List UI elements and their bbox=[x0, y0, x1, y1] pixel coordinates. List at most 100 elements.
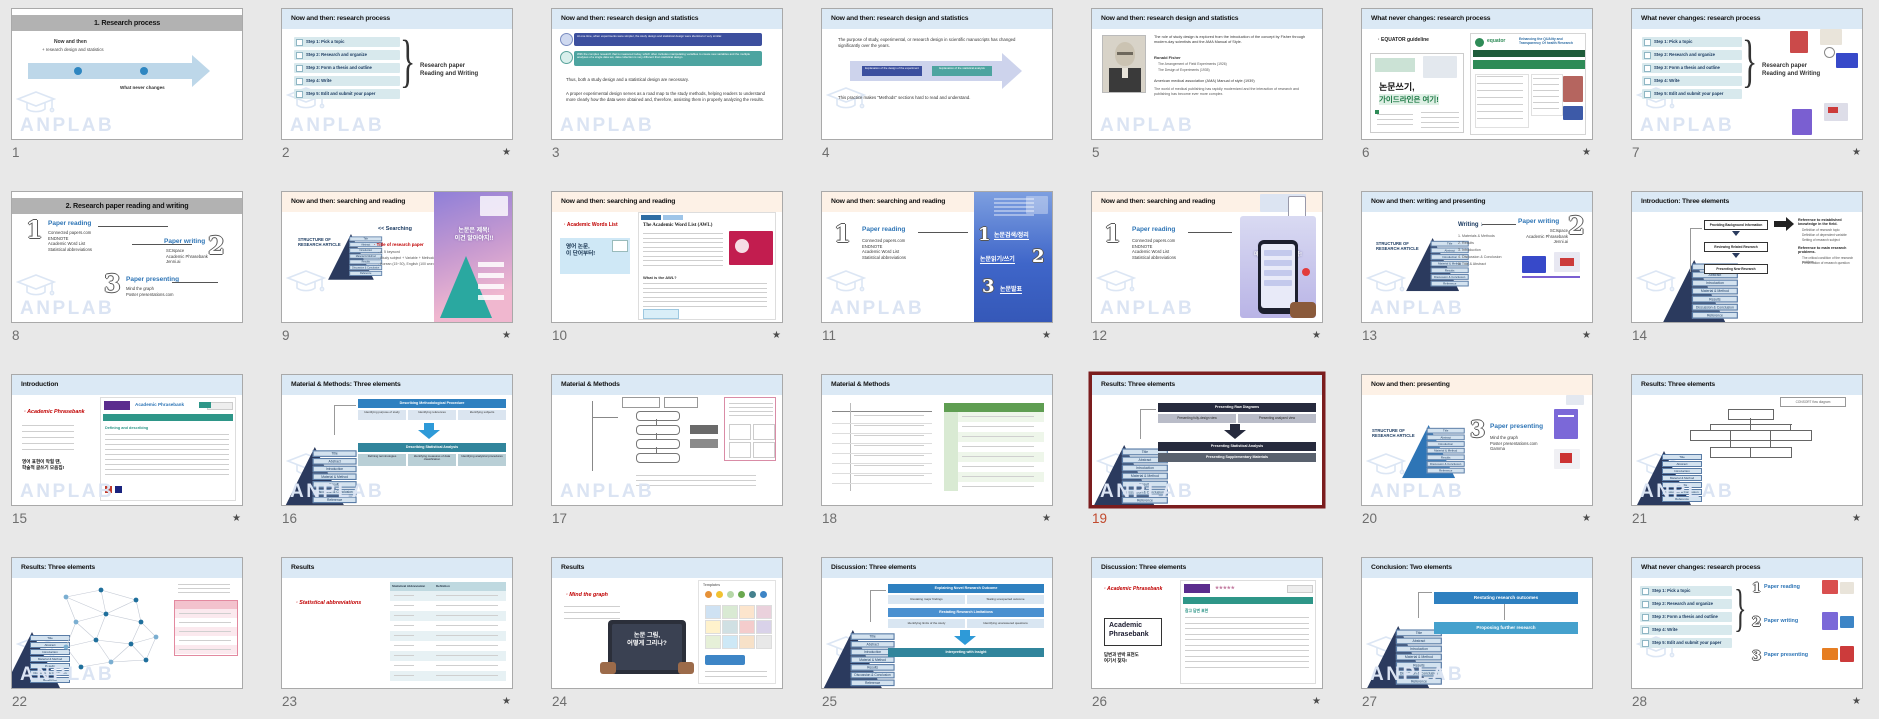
slide-thumbnail-25[interactable]: Discussion: Three elementsTitleAbstractI… bbox=[821, 557, 1053, 689]
slide-thumbnail-17[interactable]: Material & MethodsANPLAB bbox=[551, 374, 783, 506]
method-cell: Identifying references bbox=[408, 410, 456, 420]
transition-star-icon: ★ bbox=[1582, 513, 1591, 524]
step-label: Step 5: Edit and submit your paper bbox=[1652, 638, 1721, 648]
slide-thumbnail-24[interactable]: Results· Mind the graph논문 그림, 어떻게 그리나?Te… bbox=[551, 557, 783, 689]
slide-number-row: 4 bbox=[821, 143, 1053, 161]
korean-tablet-headline: 논문 그림, 어떻게 그리나? bbox=[616, 632, 678, 649]
slide-thumbnail-9[interactable]: Now and then: searching and readingTitle… bbox=[281, 191, 513, 323]
image-thumbnail bbox=[1792, 109, 1812, 135]
slide-thumbnail-4[interactable]: Now and then: research design and statis… bbox=[821, 8, 1053, 140]
text-line-placeholder bbox=[394, 615, 414, 616]
stats-row bbox=[390, 591, 506, 601]
slide-thumbnail-12[interactable]: Now and then: searching and reading1Pape… bbox=[1091, 191, 1323, 323]
structure-row: Introduction bbox=[313, 466, 357, 472]
slide-thumbnail-15[interactable]: Introduction· Academic Phrasebank영어 표현이 … bbox=[11, 374, 243, 506]
stats-row bbox=[390, 631, 506, 641]
mini-line bbox=[994, 214, 1034, 216]
slide-thumbnail-27[interactable]: Conclusion: Two elementsTitleAbstractInt… bbox=[1361, 557, 1593, 689]
writing-order-item: 4. Discussion & Conclusion bbox=[1458, 255, 1502, 259]
slide-number: 25 bbox=[822, 694, 837, 709]
reference-heading: Reference to main research problems. bbox=[1798, 246, 1860, 254]
text-line-placeholder bbox=[1533, 108, 1559, 109]
anplab-watermark: ANPLAB bbox=[20, 115, 114, 137]
slide-number: 1 bbox=[12, 145, 20, 160]
outline-number-graphic: 1 bbox=[834, 222, 851, 246]
text-line-placeholder bbox=[854, 435, 924, 436]
structure-row: Reference bbox=[1427, 468, 1465, 473]
slide-thumbnail-2[interactable]: Now and then: research processStep 1: Pi… bbox=[281, 8, 513, 140]
slide-title: Material & Methods bbox=[552, 375, 782, 395]
fisher-name: Ronald Fisher bbox=[1154, 55, 1181, 60]
outline-number-graphic: 3 bbox=[982, 278, 995, 296]
anplab-watermark: ANPLAB bbox=[1100, 298, 1194, 320]
slide-number: 4 bbox=[822, 145, 830, 160]
image-thumbnail bbox=[1522, 256, 1546, 273]
text-line-placeholder bbox=[1377, 119, 1413, 120]
image-detail bbox=[1828, 107, 1838, 113]
text-line-placeholder bbox=[643, 260, 723, 261]
slide-thumbnail-5[interactable]: Now and then: research design and statis… bbox=[1091, 8, 1323, 140]
image-thumbnail bbox=[1840, 616, 1854, 628]
slide-body: TitleAbstractIntroductionMaterial & Meth… bbox=[1632, 212, 1862, 322]
slide-number-row: 20★ bbox=[1361, 509, 1593, 527]
paper-writing-heading: Paper writing bbox=[1518, 218, 1559, 225]
slide-thumbnail-11[interactable]: Now and then: searching and reading1Pape… bbox=[821, 191, 1053, 323]
anplab-watermark: ANPLAB bbox=[1100, 481, 1194, 503]
image-thumbnail bbox=[1790, 31, 1808, 53]
slide-thumbnail-6[interactable]: What never changes: research process· EQ… bbox=[1361, 8, 1593, 140]
text-line-placeholder bbox=[854, 425, 924, 426]
text-line-placeholder bbox=[564, 612, 620, 613]
structure-row: Reference bbox=[349, 271, 382, 276]
text-line-placeholder bbox=[962, 476, 1034, 477]
awl-subheading: What is the AWL? bbox=[643, 275, 677, 280]
slide-cell: 2. Research paper reading and writing1Pa… bbox=[11, 191, 245, 351]
red-dot bbox=[1302, 268, 1310, 276]
slide-number-row: 22 bbox=[11, 692, 243, 710]
text-line-placeholder bbox=[1421, 122, 1459, 123]
statistics-box: Explanation of the statistical analysis bbox=[932, 66, 992, 76]
step-icon bbox=[1642, 640, 1649, 647]
slide-thumbnail-23[interactable]: Results· Statistical abbreviationsStatis… bbox=[281, 557, 513, 689]
slide-cell: Material & Methods: Three elementsTitleA… bbox=[281, 374, 515, 534]
table-rule bbox=[832, 483, 932, 484]
image-thumbnail bbox=[1840, 582, 1854, 594]
step-row: Step 4: Write bbox=[1640, 625, 1732, 635]
color-dot bbox=[760, 591, 767, 598]
transition-star-icon: ★ bbox=[1852, 696, 1861, 707]
equator-guideline-label: · EQUATOR guideline bbox=[1378, 37, 1429, 43]
slide-thumbnail-19[interactable]: Results: Three elementsTitleAbstractIntr… bbox=[1091, 374, 1323, 506]
slide-cell: What never changes: research processStep… bbox=[1631, 8, 1865, 168]
slide-thumbnail-21[interactable]: Results: Three elementsCONSORT flow diag… bbox=[1631, 374, 1863, 506]
slide-thumbnail-1[interactable]: 1. Research processNow and then+ researc… bbox=[11, 8, 243, 140]
slide-thumbnail-20[interactable]: Now and then: presentingTitleAbstractInt… bbox=[1361, 374, 1593, 506]
outline-number-graphic: 1 bbox=[26, 218, 43, 242]
slide-thumbnail-7[interactable]: What never changes: research processStep… bbox=[1631, 8, 1863, 140]
slide-thumbnail-13[interactable]: Now and then: writing and presentingTitl… bbox=[1361, 191, 1593, 323]
slide-thumbnail-14[interactable]: Introduction: Three elementsTitleAbstrac… bbox=[1631, 191, 1863, 323]
korean-note: 답변과 반박 표현도 여기서 찾자! bbox=[1104, 652, 1139, 664]
slide-thumbnail-16[interactable]: Material & Methods: Three elementsTitleA… bbox=[281, 374, 513, 506]
slide-thumbnail-8[interactable]: 2. Research paper reading and writing1Pa… bbox=[11, 191, 243, 323]
structure-row: Material & Method bbox=[1427, 448, 1465, 453]
slide-thumbnail-3[interactable]: Now and then: research design and statis… bbox=[551, 8, 783, 140]
text-line-placeholder bbox=[436, 605, 498, 606]
slide-thumbnail-18[interactable]: Material & Methods bbox=[821, 374, 1053, 506]
slide-thumbnail-26[interactable]: Discussion: Three elements· Academic Phr… bbox=[1091, 557, 1323, 689]
image-thumbnail bbox=[1423, 56, 1457, 78]
blue-button bbox=[705, 655, 745, 665]
mini-line bbox=[994, 210, 1034, 212]
pie-graphic bbox=[735, 239, 749, 253]
transition-star-icon: ★ bbox=[1312, 330, 1321, 341]
search-button bbox=[199, 402, 211, 408]
university-logo-block bbox=[1184, 584, 1210, 593]
outline-number-graphic: 2 bbox=[208, 234, 225, 258]
text-line-placeholder bbox=[854, 415, 924, 416]
slide-thumbnail-22[interactable]: Results: Three elementsTitleAbstractIntr… bbox=[11, 557, 243, 689]
slide-thumbnail-10[interactable]: Now and then: searching and reading· Aca… bbox=[551, 191, 783, 323]
photo-shirt bbox=[1122, 68, 1128, 78]
step-row: Step 4: Write bbox=[294, 76, 400, 86]
slide-thumbnail-28[interactable]: What never changes: research processStep… bbox=[1631, 557, 1863, 689]
color-dot bbox=[716, 591, 723, 598]
slide-number: 21 bbox=[1632, 511, 1647, 526]
image-thumbnail bbox=[1836, 53, 1858, 68]
